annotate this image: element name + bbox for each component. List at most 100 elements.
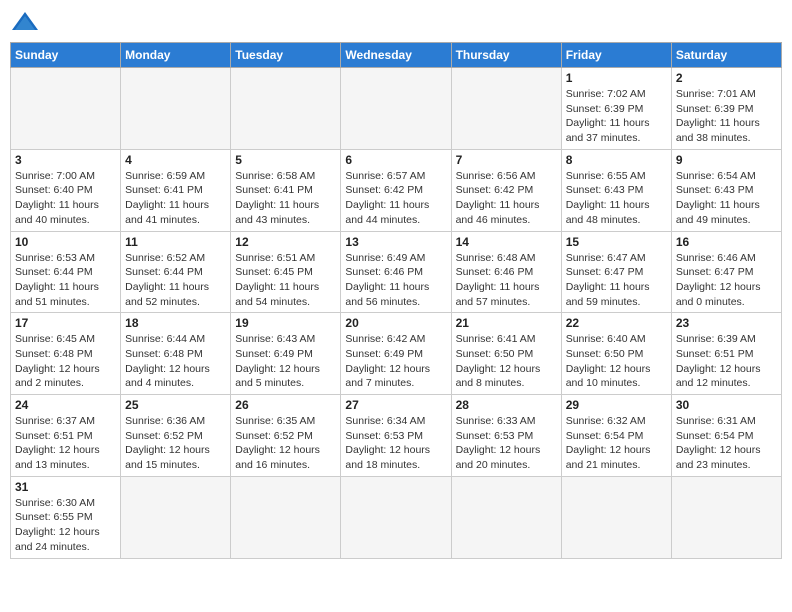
weekday-header-friday: Friday [561,43,671,68]
day-number: 19 [235,316,336,330]
day-info: Sunrise: 6:52 AM Sunset: 6:44 PM Dayligh… [125,251,226,310]
day-number: 11 [125,235,226,249]
calendar-cell: 17Sunrise: 6:45 AM Sunset: 6:48 PM Dayli… [11,313,121,395]
day-info: Sunrise: 6:40 AM Sunset: 6:50 PM Dayligh… [566,332,667,391]
day-info: Sunrise: 6:54 AM Sunset: 6:43 PM Dayligh… [676,169,777,228]
day-info: Sunrise: 6:35 AM Sunset: 6:52 PM Dayligh… [235,414,336,473]
calendar-cell: 6 Sunrise: 6:57 AM Sunset: 6:42 PM Daylig… [341,149,451,231]
calendar-cell [231,476,341,558]
day-number: 7 [456,153,557,167]
day-number: 22 [566,316,667,330]
calendar-cell: 4 Sunrise: 6:59 AM Sunset: 6:41 PM Daylig… [121,149,231,231]
weekday-header-tuesday: Tuesday [231,43,341,68]
calendar-cell: 29 Sunrise: 6:32 AM Sunset: 6:54 PM Dayli… [561,395,671,477]
calendar-table: SundayMondayTuesdayWednesdayThursdayFrid… [10,42,782,559]
calendar-cell: 26Sunrise: 6:35 AM Sunset: 6:52 PM Dayli… [231,395,341,477]
logo-icon [10,10,40,34]
calendar-cell: 8 Sunrise: 6:55 AM Sunset: 6:43 PM Daylig… [561,149,671,231]
day-number: 3 [15,153,116,167]
calendar-cell: 13 Sunrise: 6:49 AM Sunset: 6:46 PM Dayli… [341,231,451,313]
calendar-cell [451,476,561,558]
day-number: 6 [345,153,446,167]
calendar-cell: 27 Sunrise: 6:34 AM Sunset: 6:53 PM Dayli… [341,395,451,477]
calendar-cell [341,68,451,150]
weekday-header-monday: Monday [121,43,231,68]
day-number: 2 [676,71,777,85]
day-info: Sunrise: 6:49 AM Sunset: 6:46 PM Dayligh… [345,251,446,310]
day-info: Sunrise: 6:32 AM Sunset: 6:54 PM Dayligh… [566,414,667,473]
weekday-header-sunday: Sunday [11,43,121,68]
calendar-cell [341,476,451,558]
day-number: 27 [345,398,446,412]
day-info: Sunrise: 6:34 AM Sunset: 6:53 PM Dayligh… [345,414,446,473]
calendar-cell: 10Sunrise: 6:53 AM Sunset: 6:44 PM Dayli… [11,231,121,313]
calendar-cell [231,68,341,150]
day-info: Sunrise: 6:33 AM Sunset: 6:53 PM Dayligh… [456,414,557,473]
day-number: 4 [125,153,226,167]
day-info: Sunrise: 6:55 AM Sunset: 6:43 PM Dayligh… [566,169,667,228]
calendar-cell: 14Sunrise: 6:48 AM Sunset: 6:46 PM Dayli… [451,231,561,313]
calendar-cell: 15 Sunrise: 6:47 AM Sunset: 6:47 PM Dayli… [561,231,671,313]
calendar-cell: 28 Sunrise: 6:33 AM Sunset: 6:53 PM Dayli… [451,395,561,477]
calendar-cell: 3 Sunrise: 7:00 AM Sunset: 6:40 PM Daylig… [11,149,121,231]
weekday-header-wednesday: Wednesday [341,43,451,68]
calendar-week-row: 3 Sunrise: 7:00 AM Sunset: 6:40 PM Daylig… [11,149,782,231]
day-info: Sunrise: 6:41 AM Sunset: 6:50 PM Dayligh… [456,332,557,391]
day-info: Sunrise: 7:00 AM Sunset: 6:40 PM Dayligh… [15,169,116,228]
day-number: 1 [566,71,667,85]
calendar-cell [451,68,561,150]
calendar-cell: 18Sunrise: 6:44 AM Sunset: 6:48 PM Dayli… [121,313,231,395]
day-number: 28 [456,398,557,412]
calendar-cell: 12Sunrise: 6:51 AM Sunset: 6:45 PM Dayli… [231,231,341,313]
weekday-header-row: SundayMondayTuesdayWednesdayThursdayFrid… [11,43,782,68]
calendar-cell: 9 Sunrise: 6:54 AM Sunset: 6:43 PM Daylig… [671,149,781,231]
calendar-week-row: 24Sunrise: 6:37 AM Sunset: 6:51 PM Dayli… [11,395,782,477]
day-number: 5 [235,153,336,167]
day-info: Sunrise: 7:01 AM Sunset: 6:39 PM Dayligh… [676,87,777,146]
calendar-cell: 30 Sunrise: 6:31 AM Sunset: 6:54 PM Dayli… [671,395,781,477]
page-header [10,10,782,34]
day-info: Sunrise: 6:58 AM Sunset: 6:41 PM Dayligh… [235,169,336,228]
day-info: Sunrise: 7:02 AM Sunset: 6:39 PM Dayligh… [566,87,667,146]
day-number: 13 [345,235,446,249]
calendar-cell: 7 Sunrise: 6:56 AM Sunset: 6:42 PM Daylig… [451,149,561,231]
calendar-cell [671,476,781,558]
weekday-header-saturday: Saturday [671,43,781,68]
calendar-cell: 20Sunrise: 6:42 AM Sunset: 6:49 PM Dayli… [341,313,451,395]
day-info: Sunrise: 6:30 AM Sunset: 6:55 PM Dayligh… [15,496,116,555]
day-info: Sunrise: 6:48 AM Sunset: 6:46 PM Dayligh… [456,251,557,310]
day-info: Sunrise: 6:56 AM Sunset: 6:42 PM Dayligh… [456,169,557,228]
day-number: 15 [566,235,667,249]
calendar-cell [121,68,231,150]
calendar-cell: 25Sunrise: 6:36 AM Sunset: 6:52 PM Dayli… [121,395,231,477]
day-info: Sunrise: 6:39 AM Sunset: 6:51 PM Dayligh… [676,332,777,391]
day-number: 30 [676,398,777,412]
day-info: Sunrise: 6:44 AM Sunset: 6:48 PM Dayligh… [125,332,226,391]
calendar-cell: 21Sunrise: 6:41 AM Sunset: 6:50 PM Dayli… [451,313,561,395]
calendar-cell: 16 Sunrise: 6:46 AM Sunset: 6:47 PM Dayli… [671,231,781,313]
day-info: Sunrise: 6:47 AM Sunset: 6:47 PM Dayligh… [566,251,667,310]
day-info: Sunrise: 6:31 AM Sunset: 6:54 PM Dayligh… [676,414,777,473]
day-info: Sunrise: 6:57 AM Sunset: 6:42 PM Dayligh… [345,169,446,228]
calendar-cell: 31Sunrise: 6:30 AM Sunset: 6:55 PM Dayli… [11,476,121,558]
day-info: Sunrise: 6:42 AM Sunset: 6:49 PM Dayligh… [345,332,446,391]
calendar-cell: 22 Sunrise: 6:40 AM Sunset: 6:50 PM Dayli… [561,313,671,395]
day-number: 8 [566,153,667,167]
day-number: 16 [676,235,777,249]
calendar-cell: 19Sunrise: 6:43 AM Sunset: 6:49 PM Dayli… [231,313,341,395]
calendar-cell [561,476,671,558]
calendar-cell [121,476,231,558]
day-number: 17 [15,316,116,330]
day-info: Sunrise: 6:59 AM Sunset: 6:41 PM Dayligh… [125,169,226,228]
calendar-week-row: 17Sunrise: 6:45 AM Sunset: 6:48 PM Dayli… [11,313,782,395]
calendar-week-row: 31Sunrise: 6:30 AM Sunset: 6:55 PM Dayli… [11,476,782,558]
day-number: 29 [566,398,667,412]
calendar-cell: 23Sunrise: 6:39 AM Sunset: 6:51 PM Dayli… [671,313,781,395]
calendar-cell: 1 Sunrise: 7:02 AM Sunset: 6:39 PM Daylig… [561,68,671,150]
calendar-week-row: 1 Sunrise: 7:02 AM Sunset: 6:39 PM Daylig… [11,68,782,150]
calendar-cell: 5 Sunrise: 6:58 AM Sunset: 6:41 PM Daylig… [231,149,341,231]
day-number: 24 [15,398,116,412]
day-number: 9 [676,153,777,167]
day-info: Sunrise: 6:36 AM Sunset: 6:52 PM Dayligh… [125,414,226,473]
day-info: Sunrise: 6:46 AM Sunset: 6:47 PM Dayligh… [676,251,777,310]
